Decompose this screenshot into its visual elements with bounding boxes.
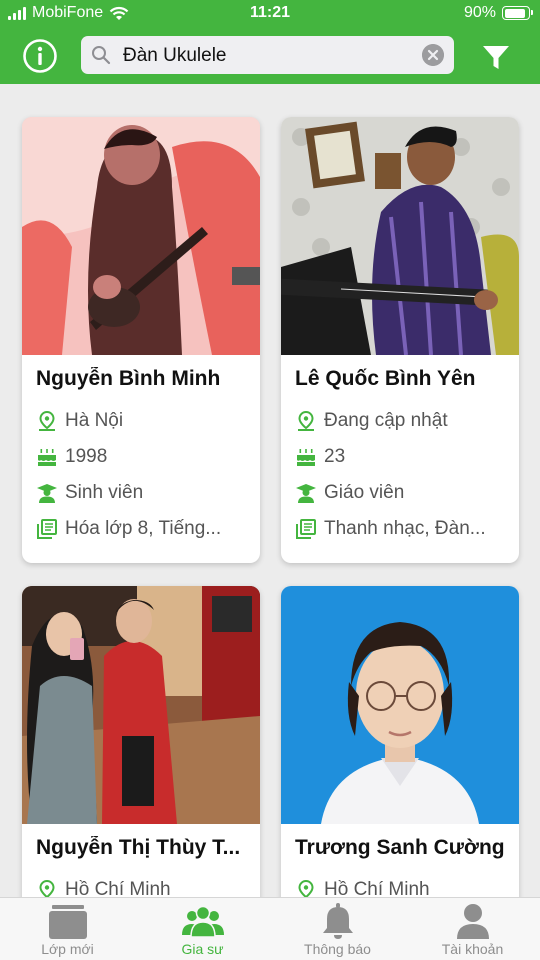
birthday-cake-icon (38, 449, 56, 466)
subjects-row: Thanh nhạc, Đàn... (295, 511, 505, 547)
tab-notifications[interactable]: Thông báo (270, 898, 405, 960)
tab-label: Thông báo (304, 941, 371, 957)
tutors-icon (181, 905, 224, 938)
app-header: MobiFone 11:21 90% Đàn Ukulele (0, 0, 540, 84)
filter-icon[interactable] (480, 41, 512, 73)
tab-bar: Lớp mới Gia sư Thông báo Tài khoản (0, 897, 540, 960)
bell-icon (322, 903, 353, 939)
subjects-text: Hóa lớp 8, Tiếng... (65, 518, 222, 539)
occupation-row: Sinh viên (36, 475, 246, 511)
tutor-photo (281, 117, 519, 355)
info-icon[interactable] (22, 38, 58, 74)
classes-icon (48, 905, 87, 939)
birth-year-text: 23 (324, 446, 346, 467)
tab-label: Tài khoản (441, 941, 504, 957)
birth-year-row: 1998 (36, 439, 246, 475)
tutor-card[interactable]: Trương Sanh Cường Hồ Chí Minh (281, 586, 519, 926)
clock: 11:21 (249, 4, 291, 21)
tutor-card[interactable]: Nguyễn Bình Minh Hà Nội 1998 Sinh viên H… (22, 117, 260, 563)
graduate-icon (296, 484, 316, 503)
status-bar: MobiFone 11:21 90% (0, 0, 540, 28)
birth-year-row: 23 (295, 439, 505, 475)
tutor-photo (281, 586, 519, 824)
battery-percent: 90% (463, 4, 496, 21)
tutor-name: Nguyễn Bình Minh (36, 367, 221, 390)
birth-year-text: 1998 (65, 446, 108, 467)
books-icon (296, 519, 316, 539)
clear-icon[interactable] (422, 44, 444, 66)
tab-account[interactable]: Tài khoản (405, 898, 540, 960)
tutor-name: Nguyễn Thị Thùy T... (36, 836, 241, 859)
search-icon (92, 46, 111, 65)
tutor-name: Lê Quốc Bình Yên (295, 367, 476, 390)
location-text: Hà Nội (65, 410, 124, 431)
subjects-row: Hóa lớp 8, Tiếng... (36, 511, 246, 547)
search-input[interactable]: Đàn Ukulele (123, 45, 227, 67)
location-row: Hà Nội (36, 403, 246, 439)
account-icon (456, 904, 489, 939)
tab-label: Lớp mới (41, 941, 94, 957)
battery-icon (502, 6, 533, 20)
tutor-card[interactable]: Nguyễn Thị Thùy T... Hồ Chí Minh (22, 586, 260, 926)
books-icon (37, 519, 57, 539)
tutor-name: Trương Sanh Cường (295, 836, 505, 859)
occupation-row: Giáo viên (295, 475, 505, 511)
tutor-photo (22, 117, 260, 355)
tab-tutors[interactable]: Gia sư (135, 898, 270, 960)
location-pin-icon (39, 410, 55, 431)
graduate-icon (37, 484, 57, 503)
location-pin-icon (298, 410, 314, 431)
tutor-card[interactable]: Lê Quốc Bình Yên Đang cập nhật 23 Giáo v… (281, 117, 519, 563)
occupation-text: Giáo viên (324, 482, 405, 503)
location-row: Đang cập nhật (295, 403, 505, 439)
occupation-text: Sinh viên (65, 482, 144, 503)
tutor-photo (22, 586, 260, 824)
search-bar[interactable]: Đàn Ukulele (81, 36, 454, 74)
birthday-cake-icon (297, 449, 315, 466)
subjects-text: Thanh nhạc, Đàn... (324, 518, 486, 539)
location-text: Đang cập nhật (324, 410, 448, 431)
tab-label: Gia sư (181, 941, 224, 957)
tab-new-classes[interactable]: Lớp mới (0, 898, 135, 960)
